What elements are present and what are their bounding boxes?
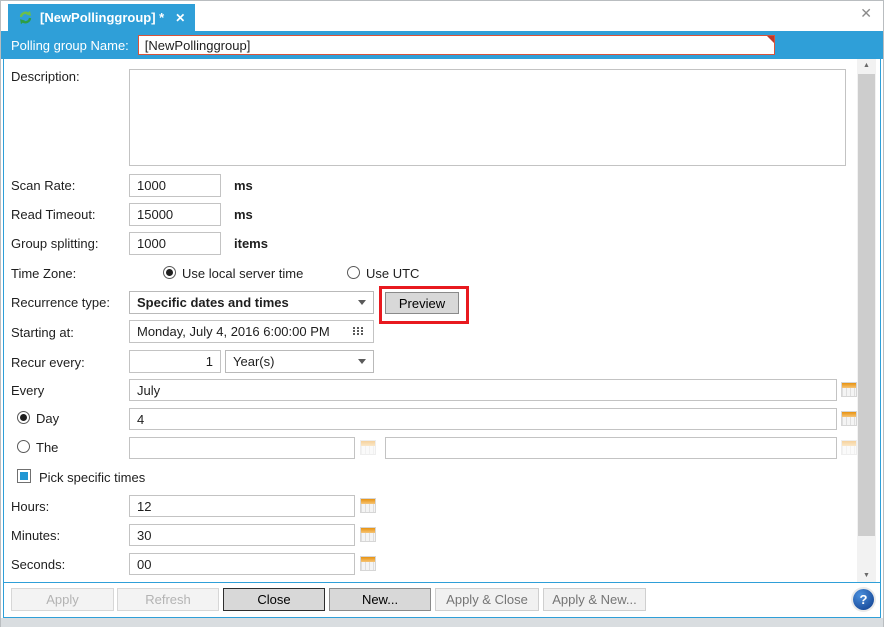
tab-close-icon[interactable]: ✕	[175, 11, 185, 25]
recurrence-type-value: Specific dates and times	[137, 295, 289, 310]
starting-at-input[interactable]	[129, 320, 374, 343]
hours-input[interactable]	[129, 495, 355, 517]
radio-use-local-server-time[interactable]	[163, 266, 176, 279]
scroll-down-icon[interactable]: ▼	[857, 569, 876, 583]
name-field-label: Polling group Name:	[11, 37, 129, 53]
day-input[interactable]	[129, 408, 837, 430]
tab-newpollinggroup[interactable]: [NewPollinggroup] * ✕	[8, 4, 196, 31]
chevron-down-icon	[358, 300, 366, 305]
radio-the[interactable]	[17, 440, 30, 453]
name-field-wrap	[137, 35, 775, 55]
the-weekday-input[interactable]	[385, 437, 837, 459]
recur-every-input[interactable]	[129, 350, 221, 373]
recurrence-type-dropdown[interactable]: Specific dates and times	[129, 291, 374, 314]
vertical-scrollbar[interactable]: ▲ ▼	[857, 59, 876, 583]
radio-day-label: Day	[36, 411, 60, 426]
polling-group-window: [NewPollinggroup] * ✕ ✕ Polling group Na…	[0, 0, 884, 627]
scan-rate-unit: ms	[234, 178, 253, 193]
description-label: Description:	[11, 69, 80, 84]
read-timeout-unit: ms	[234, 207, 253, 222]
the-weekday-calendar-icon[interactable]	[841, 440, 857, 455]
every-month-label: Every	[11, 383, 45, 398]
minutes-label: Minutes:	[11, 528, 61, 543]
tab-title: [NewPollinggroup] *	[40, 10, 165, 25]
tab-bar: [NewPollinggroup] * ✕ ✕	[1, 1, 883, 31]
window-close-icon[interactable]: ✕	[860, 5, 872, 22]
preview-button[interactable]: Preview	[385, 292, 459, 314]
polling-group-refresh-icon	[18, 10, 33, 25]
pick-specific-times-label: Pick specific times	[39, 470, 146, 485]
seconds-input[interactable]	[129, 553, 355, 575]
radio-use-utc[interactable]	[347, 266, 360, 279]
recurrence-type-label: Recurrence type:	[11, 295, 110, 310]
every-month-input[interactable]	[129, 379, 837, 401]
radio-day[interactable]	[17, 411, 30, 424]
description-textarea[interactable]	[129, 69, 846, 166]
day-calendar-icon[interactable]	[841, 411, 857, 426]
read-timeout-input[interactable]	[129, 203, 221, 226]
the-ordinal-calendar-icon[interactable]	[360, 440, 376, 455]
seconds-label: Seconds:	[11, 557, 66, 572]
pick-specific-times-checkbox[interactable]	[17, 469, 31, 483]
dialog-frame: Description: Scan Rate: ms Read Timeout:…	[3, 59, 881, 618]
scan-rate-input[interactable]	[129, 174, 221, 197]
radio-use-local-server-time-label: Use local server time	[182, 266, 304, 281]
apply-button[interactable]: Apply	[11, 588, 114, 611]
the-ordinal-input[interactable]	[129, 437, 355, 459]
help-icon[interactable]: ?	[853, 589, 874, 610]
recur-every-unit-dropdown[interactable]: Year(s)	[225, 350, 374, 373]
hours-label: Hours:	[11, 499, 50, 514]
group-splitting-label: Group splitting:	[11, 236, 99, 251]
time-zone-label: Time Zone:	[11, 266, 77, 281]
polling-group-header: Polling group Name:	[1, 31, 883, 59]
radio-use-utc-label: Use UTC	[366, 266, 420, 281]
minutes-picker-icon[interactable]	[360, 527, 376, 542]
starting-at-label: Starting at:	[11, 325, 74, 340]
refresh-button[interactable]: Refresh	[117, 588, 219, 611]
hours-picker-icon[interactable]	[360, 498, 376, 513]
apply-close-button[interactable]: Apply & Close	[435, 588, 539, 611]
recur-every-label: Recur every:	[11, 355, 85, 370]
window-bottom-strip	[1, 618, 883, 627]
modified-corner-marker	[766, 36, 774, 43]
minutes-input[interactable]	[129, 524, 355, 546]
datetime-picker-grid-icon[interactable]	[353, 327, 364, 335]
scrollbar-thumb[interactable]	[858, 74, 875, 536]
close-button[interactable]: Close	[223, 588, 325, 611]
radio-the-label: The	[36, 440, 59, 455]
scan-rate-label: Scan Rate:	[11, 178, 76, 193]
group-splitting-input[interactable]	[129, 232, 221, 255]
apply-new-button[interactable]: Apply & New...	[543, 588, 646, 611]
polling-group-name-input[interactable]	[137, 35, 775, 55]
chevron-down-icon	[358, 359, 366, 364]
group-splitting-unit: items	[234, 236, 268, 251]
new-button[interactable]: New...	[329, 588, 431, 611]
recur-every-unit-value: Year(s)	[233, 354, 275, 369]
read-timeout-label: Read Timeout:	[11, 207, 96, 222]
every-month-calendar-icon[interactable]	[841, 382, 857, 397]
form-body: Description: Scan Rate: ms Read Timeout:…	[4, 59, 880, 583]
seconds-picker-icon[interactable]	[360, 556, 376, 571]
button-bar: Apply Refresh Close New... Apply & Close…	[4, 582, 880, 617]
scroll-up-icon[interactable]: ▲	[857, 59, 876, 73]
